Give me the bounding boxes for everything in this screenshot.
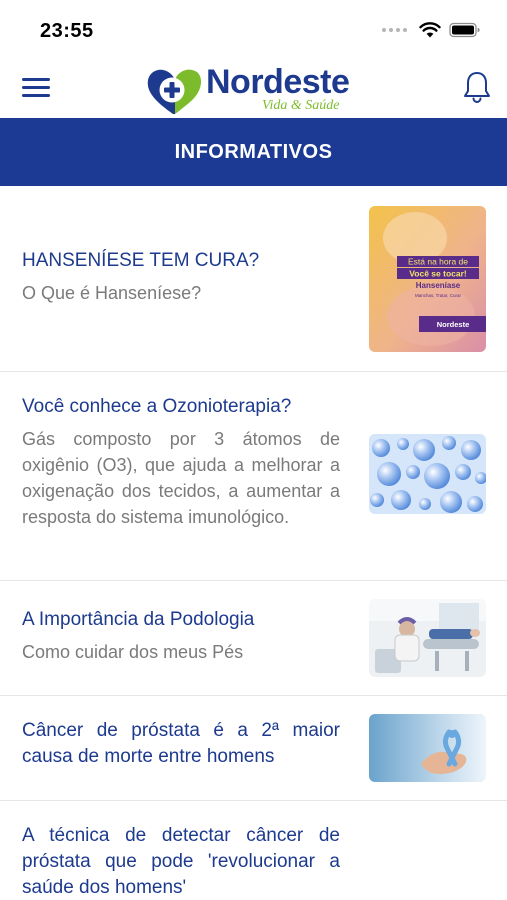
list-item-title: Você conhece a Ozonioterapia? bbox=[22, 396, 292, 417]
signal-icon bbox=[382, 28, 407, 32]
battery-icon bbox=[449, 22, 480, 38]
heart-cross-logo-icon bbox=[147, 69, 202, 114]
brand-logo: Nordeste Vida & Saúde bbox=[144, 60, 374, 118]
list-item-title: Câncer de próstata é a 2ª maior causa de… bbox=[22, 720, 340, 767]
list-item-title: A Importância da Podologia bbox=[22, 609, 255, 630]
list-item-thumbnail bbox=[369, 434, 486, 514]
logo-subtitle: Vida & Saúde bbox=[262, 98, 340, 113]
list-item-text: A Importância da Podologia Como cuidar d… bbox=[22, 607, 340, 665]
status-time: 23:55 bbox=[40, 20, 94, 42]
list-item-text: Câncer de próstata é a 2ª maior causa de… bbox=[22, 718, 340, 770]
list-item-title: A técnica de detectar câncer de próstata… bbox=[22, 825, 340, 898]
thumb-text-2: Você se tocar! bbox=[409, 269, 467, 279]
status-bar: 23:55 bbox=[0, 0, 507, 58]
list-item-text: A técnica de detectar câncer de próstata… bbox=[22, 823, 340, 900]
thumb-text-3: Hanseníase bbox=[416, 281, 461, 290]
list-item-description: O Que é Hanseníese? bbox=[22, 283, 202, 303]
section-header-bar: INFORMATIVOS bbox=[0, 118, 507, 186]
list-item-thumbnail: Está na hora de Você se tocar! Hansenías… bbox=[369, 206, 486, 352]
section-title: INFORMATIVOS bbox=[174, 140, 333, 163]
thumb-text-4: Manchas, Tratar, Curar bbox=[415, 293, 462, 298]
logo-title: Nordeste bbox=[206, 63, 350, 101]
list-item-thumbnail bbox=[369, 714, 486, 782]
wifi-icon bbox=[419, 22, 441, 38]
list-item-podologia[interactable]: A Importância da Podologia Como cuidar d… bbox=[0, 581, 507, 696]
bell-icon[interactable] bbox=[461, 70, 493, 104]
list-item-hanseniase[interactable]: HANSENÍESE TEM CURA? O Que é Hanseníese?… bbox=[0, 186, 507, 372]
status-icons bbox=[382, 22, 481, 38]
list-item-tecnica-prostata[interactable]: A técnica de detectar câncer de próstata… bbox=[0, 801, 507, 900]
list-item-title: HANSENÍESE TEM CURA? bbox=[22, 250, 260, 271]
app-header: Nordeste Vida & Saúde bbox=[0, 58, 507, 118]
list-item-thumbnail bbox=[369, 599, 486, 677]
list-item-description: Gás composto por 3 átomos de oxigênio (O… bbox=[22, 429, 340, 527]
list-item-cancer-prostata[interactable]: Câncer de próstata é a 2ª maior causa de… bbox=[0, 696, 507, 801]
hamburger-menu-button[interactable] bbox=[22, 76, 52, 98]
thumb-text-1: Está na hora de bbox=[408, 257, 468, 267]
list-item-text: HANSENÍESE TEM CURA? O Que é Hanseníese? bbox=[22, 248, 340, 306]
list-item-ozonioterapia[interactable]: Você conhece a Ozonioterapia? Gás compos… bbox=[0, 372, 507, 581]
list-item-text: Você conhece a Ozonioterapia? Gás compos… bbox=[22, 394, 340, 530]
thumb-logo-text: Nordeste bbox=[437, 320, 470, 329]
list-item-description: Como cuidar dos meus Pés bbox=[22, 642, 244, 662]
